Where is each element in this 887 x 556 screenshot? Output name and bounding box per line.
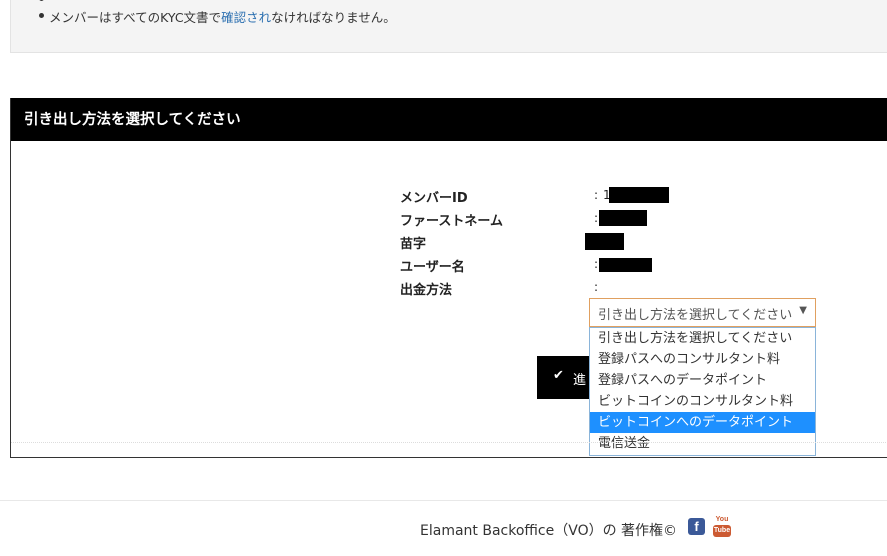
colon: : <box>594 280 599 294</box>
check-icon: ✔ <box>553 368 564 383</box>
option-wire-transfer[interactable]: 電信送金 <box>590 433 815 454</box>
divider <box>11 442 887 443</box>
footer-divider <box>0 500 887 501</box>
panel-title: 引き出し方法を選択してください <box>24 112 241 128</box>
verified-link[interactable]: 確認され <box>221 10 271 25</box>
youtube-icon[interactable]: You Tube <box>712 516 732 538</box>
redacted-block <box>609 187 669 203</box>
select-current-value: 引き出し方法を選択してください <box>598 308 793 323</box>
youtube-glyph-box: Tube <box>713 525 731 537</box>
option-bitcoin-consultant-fee[interactable]: ビットコインのコンサルタント料 <box>590 391 815 412</box>
redacted-block <box>599 258 652 272</box>
kyc-notice-text: メンバーはすべてのKYC文書で <box>49 10 222 25</box>
username-label: ユーザー名 <box>400 260 465 275</box>
colon: : <box>594 188 599 202</box>
kyc-notice: メンバーはすべてのKYC文書で確認されなければなりません。 <box>10 0 887 53</box>
withdrawal-method-options: 引き出し方法を選択してください 登録パスへのコンサルタント料 登録パスへのデータ… <box>589 327 816 456</box>
chevron-down-icon: ▼ <box>799 305 807 316</box>
kyc-notice-text-end: なければなりません。 <box>271 10 396 25</box>
redacted-block <box>599 210 647 226</box>
proceed-button-label: 進 <box>573 373 587 388</box>
footer-copyright: Elamant Backoffice（VO）の 著作権© <box>420 523 678 539</box>
bullet <box>39 0 44 1</box>
option-select-prompt[interactable]: 引き出し方法を選択してください <box>590 328 815 349</box>
option-registration-data-points[interactable]: 登録パスへのデータポイント <box>590 370 815 391</box>
method-label: 出金方法 <box>400 283 453 298</box>
kyc-notice-line: メンバーはすべてのKYC文書で確認されなければなりません。 <box>49 7 396 26</box>
facebook-icon[interactable]: f <box>688 518 705 535</box>
withdrawal-panel: 引き出し方法を選択してください メンバーID : 1 ファーストネーム : 苗字… <box>10 98 887 458</box>
member-id-label: メンバーID <box>400 191 468 206</box>
first-name-label: ファーストネーム <box>400 214 503 229</box>
panel-header: 引き出し方法を選択してください <box>11 98 887 141</box>
proceed-button[interactable]: ✔ 進 <box>537 356 589 399</box>
option-bitcoin-data-points[interactable]: ビットコインへのデータポイント <box>590 412 815 433</box>
redacted-block <box>585 233 624 250</box>
option-registration-consultant-fee[interactable]: 登録パスへのコンサルタント料 <box>590 349 815 370</box>
colon: : <box>594 257 599 271</box>
bullet <box>39 13 44 18</box>
last-name-label: 苗字 <box>400 237 427 252</box>
facebook-glyph: f <box>694 519 699 534</box>
colon: : <box>594 211 599 225</box>
withdrawal-method-select[interactable]: 引き出し方法を選択してください ▼ <box>589 298 816 327</box>
youtube-glyph-top: You <box>715 516 729 523</box>
